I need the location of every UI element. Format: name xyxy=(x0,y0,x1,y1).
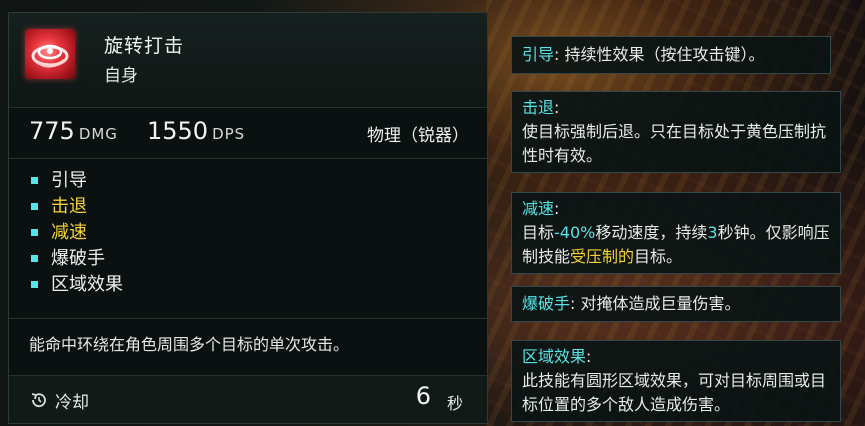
damage-stat: 775 DMG xyxy=(29,117,118,145)
stats-row: 775 DMG 1550 DPS 物理（锐器） xyxy=(29,117,469,151)
keyword-tooltip-aoe: 区域效果: 此技能有圆形区域效果，可对目标周围或目标位置的多个敌人造成伤害。 xyxy=(511,340,841,422)
keyword-title: 引导 xyxy=(522,45,555,64)
tag-item-demolisher[interactable]: 爆破手 xyxy=(29,246,329,272)
skill-name: 旋转打击 xyxy=(104,35,185,57)
bullet-icon xyxy=(31,229,38,236)
dps-unit: DPS xyxy=(212,125,246,143)
bullet-icon xyxy=(31,281,38,288)
keyword-colon: : xyxy=(554,199,560,218)
tag-label: 减速 xyxy=(51,222,87,243)
skill-tag-list: 引导 击退 减速 爆破手 区域效果 xyxy=(29,168,329,298)
tag-item-knockback[interactable]: 击退 xyxy=(29,194,329,220)
skill-target-type: 自身 xyxy=(104,66,138,86)
slow-amount: -40% xyxy=(554,223,596,242)
keyword-text: : 对掩体造成巨量伤害。 xyxy=(570,294,741,313)
keyword-tooltip-slow: 减速: 目标-40%移动速度，持续3秒钟。仅影响压制技能受压制的目标。 xyxy=(511,192,841,274)
bullet-icon xyxy=(31,255,38,262)
tag-item-slow[interactable]: 减速 xyxy=(29,220,329,246)
keyword-tooltip-knockback: 击退: 使目标强制后退。只在目标处于黄色压制抗性时有效。 xyxy=(511,91,841,173)
cooldown-icon xyxy=(31,393,46,408)
keyword-text: 目标。 xyxy=(634,247,683,266)
suppressed-keyword: 受压制的 xyxy=(570,247,635,266)
keyword-title: 减速 xyxy=(522,199,555,218)
tag-label: 区域效果 xyxy=(51,274,123,295)
keyword-text: 目标 xyxy=(522,223,555,242)
game-screen: 旋转打击 自身 775 DMG 1550 DPS 物理（锐器） 引导 击退 减速… xyxy=(0,0,865,426)
keyword-text: 此技能有圆形区域效果，可对目标周围或目标位置的多个敌人造成伤害。 xyxy=(522,371,827,414)
tag-label: 爆破手 xyxy=(51,248,105,269)
tag-label: 引导 xyxy=(51,170,87,191)
keyword-colon: : xyxy=(586,347,592,366)
divider xyxy=(9,158,487,159)
tag-label: 击退 xyxy=(51,196,87,217)
skill-header: 旋转打击 自身 xyxy=(9,13,487,108)
keyword-title: 区域效果 xyxy=(522,347,587,366)
cooldown-unit: 秒 xyxy=(446,394,463,413)
keyword-tooltip-demolisher: 爆破手: 对掩体造成巨量伤害。 xyxy=(511,286,841,322)
keyword-colon: : xyxy=(554,98,560,117)
cooldown-value: 6 xyxy=(415,382,431,410)
dps-value: 1550 xyxy=(147,117,209,145)
tag-item-aoe[interactable]: 区域效果 xyxy=(29,272,329,298)
bullet-icon xyxy=(31,177,38,184)
damage-value: 775 xyxy=(29,117,75,145)
spin-strike-icon xyxy=(25,29,75,79)
keyword-text: 使目标强制后退。只在目标处于黄色压制抗性时有效。 xyxy=(522,122,827,165)
damage-unit: DMG xyxy=(78,125,118,143)
divider xyxy=(9,318,487,319)
keyword-tooltip-channel: 引导: 持续性效果（按住攻击键）。 xyxy=(511,36,831,74)
keyword-title: 爆破手 xyxy=(522,294,571,313)
bullet-icon xyxy=(31,203,38,210)
skill-description: 能命中环绕在角色周围多个目标的单次攻击。 xyxy=(29,335,350,354)
tag-item-channel[interactable]: 引导 xyxy=(29,168,329,194)
cooldown-label: 冷却 xyxy=(55,393,89,413)
slow-duration: 3 xyxy=(707,223,718,242)
damage-type: 物理（锐器） xyxy=(367,126,469,146)
dps-stat: 1550 DPS xyxy=(147,117,245,145)
keyword-title: 击退 xyxy=(522,98,555,117)
keyword-text: : 持续性效果（按住攻击键）。 xyxy=(554,45,765,64)
cooldown-row: 冷却 6 秒 xyxy=(9,376,487,423)
skill-tooltip-panel: 旋转打击 自身 775 DMG 1550 DPS 物理（锐器） 引导 击退 减速… xyxy=(8,12,488,424)
keyword-text: 移动速度，持续 xyxy=(595,223,708,242)
